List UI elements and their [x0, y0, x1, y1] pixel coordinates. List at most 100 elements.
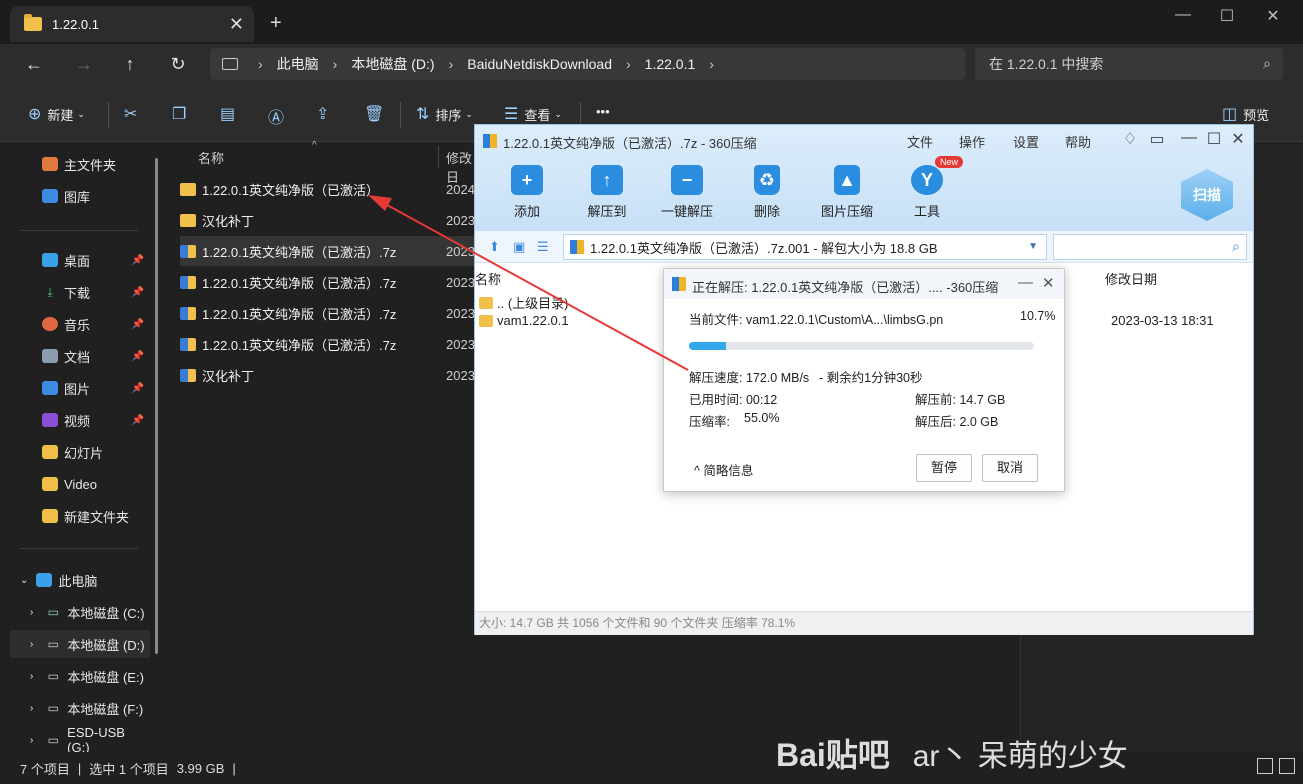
- sidebar-item-documents[interactable]: 文档 📌: [0, 342, 150, 370]
- file-date: 2023: [446, 243, 475, 259]
- zip-item-date: 2023-03-13 18:31: [1111, 313, 1214, 328]
- sidebar-item-music[interactable]: 音乐 📌: [0, 310, 150, 338]
- file-row[interactable]: 1.22.0.1英文纯净版（已激活）.7z 2023: [180, 267, 475, 297]
- zip-minimize-button[interactable]: —: [1179, 129, 1199, 147]
- address-bar[interactable]: › 此电脑 › 本地磁盘 (D:) › BaiduNetdiskDownload…: [210, 48, 965, 80]
- folder-icon: [42, 445, 58, 459]
- list-item[interactable]: vam1.22.0.1: [479, 313, 569, 328]
- sidebar-item-home[interactable]: 主文件夹: [0, 150, 150, 178]
- archive-icon: [672, 277, 686, 291]
- sidebar-item-slides[interactable]: 幻灯片: [0, 438, 150, 466]
- zip-close-button[interactable]: ✕: [1228, 129, 1248, 149]
- sidebar-item-videos[interactable]: 视频 📌: [0, 406, 150, 434]
- delete-archive-button[interactable]: ♻ 删除: [727, 165, 807, 220]
- sidebar-item-video[interactable]: Video: [0, 470, 150, 498]
- sidebar-item-pictures[interactable]: 图片 📌: [0, 374, 150, 402]
- breadcrumb-this-pc[interactable]: 此电脑: [277, 54, 319, 74]
- menu-operation[interactable]: 操作: [959, 132, 985, 151]
- cut-button[interactable]: ✂: [124, 104, 143, 124]
- preview-button[interactable]: ◫ 预览: [1222, 104, 1269, 124]
- cancel-button[interactable]: 取消: [982, 454, 1038, 482]
- breadcrumb-baidu[interactable]: BaiduNetdiskDownload: [467, 56, 612, 72]
- brief-info-toggle[interactable]: ^ 简略信息: [694, 460, 753, 479]
- zip-column-modified[interactable]: 修改日期: [1105, 269, 1157, 288]
- search-input[interactable]: 在 1.22.0.1 中搜索 ⌕: [975, 48, 1283, 80]
- sidebar-item-desktop[interactable]: 桌面 📌: [0, 246, 150, 274]
- copy-button[interactable]: ❐: [172, 104, 192, 124]
- file-row[interactable]: 1.22.0.1英文纯净版（已激活）.7z 2023: [180, 236, 475, 266]
- feedback-icon[interactable]: ▭: [1147, 129, 1167, 149]
- dialog-minimize-button[interactable]: —: [1018, 274, 1033, 291]
- brief-info-label: 简略信息: [703, 464, 754, 478]
- view-button[interactable]: ☰ 查看 ⌄: [504, 104, 562, 124]
- list-view-icon[interactable]: ☰: [537, 239, 549, 255]
- archive-path-input[interactable]: 1.22.0.1英文纯净版（已激活）.7z.001 - 解包大小为 18.8 G…: [563, 234, 1047, 260]
- details-view-button[interactable]: [1257, 758, 1273, 774]
- forward-button[interactable]: →: [70, 54, 98, 75]
- music-icon: [42, 317, 58, 331]
- sidebar-item-new-folder[interactable]: 新建文件夹: [0, 502, 150, 530]
- sidebar-item-gallery[interactable]: 图库: [0, 182, 150, 210]
- up-level-icon[interactable]: ⬆: [489, 239, 500, 255]
- menu-file[interactable]: 文件: [907, 132, 933, 151]
- breadcrumb-drive-d[interactable]: 本地磁盘 (D:): [351, 54, 434, 74]
- rename-button[interactable]: Ⓐ: [268, 104, 290, 128]
- paste-button[interactable]: ▤: [220, 104, 241, 124]
- item-count: 7 个项目: [20, 761, 70, 777]
- breadcrumb-folder[interactable]: 1.22.0.1: [645, 56, 696, 72]
- chevron-right-icon: ›: [30, 734, 34, 746]
- share-button[interactable]: ⇪: [316, 104, 335, 124]
- file-row[interactable]: 1.22.0.1英文纯净版（已激活）.7z 2023: [180, 329, 475, 359]
- delete-button[interactable]: 🗑: [364, 104, 390, 124]
- sidebar-item-drive-d[interactable]: › ▭ 本地磁盘 (D:): [10, 630, 150, 658]
- sidebar-item-drive-c[interactable]: › ▭ 本地磁盘 (C:): [0, 598, 150, 626]
- close-window-button[interactable]: ✕: [1250, 6, 1296, 26]
- dialog-close-button[interactable]: ✕: [1042, 274, 1055, 292]
- maximize-button[interactable]: ☐: [1204, 6, 1250, 26]
- sidebar-item-downloads[interactable]: ⤓ 下载 📌: [0, 278, 150, 306]
- sidebar-scrollbar[interactable]: [155, 158, 158, 654]
- file-row[interactable]: 1.22.0.1英文纯净版（已激活） 2024: [180, 174, 475, 204]
- close-tab-icon[interactable]: ✕: [229, 14, 244, 35]
- list-item[interactable]: .. (上级目录): [479, 293, 569, 312]
- file-row[interactable]: 1.22.0.1英文纯净版（已激活）.7z 2023: [180, 298, 475, 328]
- archive-search-input[interactable]: ⌕: [1053, 234, 1247, 260]
- pause-button[interactable]: 暂停: [916, 454, 972, 482]
- one-click-extract-button[interactable]: − 一键解压: [647, 165, 727, 220]
- column-header-name[interactable]: 名称: [198, 148, 224, 167]
- more-button[interactable]: •••: [596, 104, 610, 119]
- extract-to-button[interactable]: ↑ 解压到: [567, 165, 647, 220]
- extract-progress-dialog: 正在解压: 1.22.0.1英文纯净版（已激活）.... -360压缩 — ✕ …: [663, 268, 1065, 492]
- scan-button[interactable]: 扫描: [1181, 169, 1233, 221]
- usb-drive-icon: ▭: [47, 733, 59, 747]
- zip-maximize-button[interactable]: ☐: [1204, 129, 1224, 149]
- refresh-button[interactable]: ↻: [164, 54, 192, 75]
- zip-toolbar-area: 1.22.0.1英文纯净版（已激活）.7z - 360压缩 文件 操作 设置 帮…: [475, 125, 1253, 231]
- sidebar-item-drive-g[interactable]: › ▭ ESD-USB (G:): [0, 725, 150, 755]
- dropdown-triangle-icon[interactable]: ▼: [1028, 241, 1038, 252]
- thumbnail-view-icon[interactable]: ▣: [513, 239, 525, 255]
- file-row[interactable]: 汉化补丁 2023: [180, 205, 475, 235]
- tools-button[interactable]: Y New 工具: [887, 156, 967, 220]
- tiles-view-button[interactable]: [1279, 758, 1295, 774]
- sort-button[interactable]: ⇅ 排序 ⌄: [416, 104, 473, 124]
- back-button[interactable]: ←: [20, 54, 48, 75]
- sidebar-item-drive-f[interactable]: › ▭ 本地磁盘 (F:): [0, 694, 150, 722]
- up-button[interactable]: ↑: [116, 54, 144, 75]
- menu-settings[interactable]: 设置: [1013, 132, 1039, 151]
- menu-help[interactable]: 帮助: [1065, 132, 1091, 151]
- new-button[interactable]: ⊕ 新建 ⌄: [28, 104, 85, 124]
- sidebar-item-drive-e[interactable]: › ▭ 本地磁盘 (E:): [0, 662, 150, 690]
- pin-icon: 📌: [131, 318, 144, 330]
- add-button[interactable]: + 添加: [487, 165, 567, 220]
- skin-icon[interactable]: ♢: [1120, 129, 1140, 149]
- image-compress-button[interactable]: ▲ 图片压缩: [807, 165, 887, 220]
- minimize-button[interactable]: —: [1160, 6, 1206, 24]
- explorer-tab[interactable]: 1.22.0.1 ✕: [10, 6, 254, 42]
- file-row[interactable]: 汉化补丁 2023: [180, 360, 475, 390]
- sidebar-item-label: 本地磁盘 (D:): [67, 637, 145, 653]
- progress-percent: 10.7%: [1020, 309, 1056, 323]
- sidebar-item-this-pc[interactable]: ⌄ 此电脑: [0, 566, 150, 594]
- new-tab-button[interactable]: +: [270, 12, 282, 35]
- zip-column-name[interactable]: 名称: [475, 269, 501, 288]
